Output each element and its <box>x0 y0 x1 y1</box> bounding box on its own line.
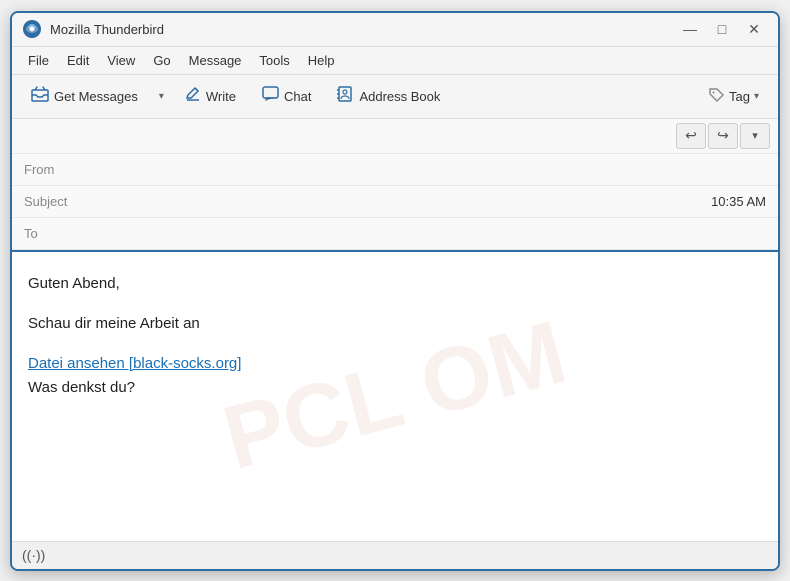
body-link-paragraph: Datei ansehen [black-socks.org] Was denk… <box>28 352 762 400</box>
subject-row: Subject 10:35 AM <box>12 186 778 218</box>
get-messages-button[interactable]: Get Messages <box>20 79 149 113</box>
wifi-icon: ((·)) <box>22 547 45 563</box>
subject-label: Subject <box>24 194 79 209</box>
address-book-button[interactable]: Address Book <box>326 79 451 113</box>
app-window: Mozilla Thunderbird — □ ✕ File Edit View… <box>10 11 780 571</box>
email-header-top: ↩ ↪ ▾ <box>12 119 778 154</box>
menu-edit[interactable]: Edit <box>59 50 97 71</box>
menu-file[interactable]: File <box>20 50 57 71</box>
write-label: Write <box>206 89 236 104</box>
email-body: PCL OM Guten Abend, Schau dir meine Arbe… <box>12 252 778 541</box>
from-row: From <box>12 154 778 186</box>
email-header: ↩ ↪ ▾ From Subject 10:35 AM To <box>12 119 778 252</box>
app-title: Mozilla Thunderbird <box>50 22 164 37</box>
tag-label: Tag <box>729 89 750 104</box>
chat-label: Chat <box>284 89 311 104</box>
app-icon <box>22 19 42 39</box>
statusbar: ((·)) <box>12 541 778 569</box>
from-label: From <box>24 162 79 177</box>
email-time: 10:35 AM <box>711 194 766 209</box>
menu-message[interactable]: Message <box>181 50 250 71</box>
menu-help[interactable]: Help <box>300 50 343 71</box>
body-line1: Schau dir meine Arbeit an <box>28 312 762 336</box>
to-row: To <box>12 218 778 250</box>
menu-view[interactable]: View <box>99 50 143 71</box>
address-book-label: Address Book <box>359 89 440 104</box>
tag-icon <box>709 88 725 105</box>
write-button[interactable]: Write <box>174 79 247 113</box>
minimize-button[interactable]: — <box>676 18 704 40</box>
get-messages-icon <box>31 86 49 107</box>
forward-button[interactable]: ↪ <box>708 123 738 149</box>
back-button[interactable]: ↩ <box>676 123 706 149</box>
expand-button[interactable]: ▾ <box>740 123 770 149</box>
write-icon <box>185 86 201 107</box>
maximize-button[interactable]: □ <box>708 18 736 40</box>
menu-tools[interactable]: Tools <box>251 50 297 71</box>
get-messages-dropdown[interactable]: ▾ <box>153 79 170 113</box>
tag-dropdown-arrow: ▾ <box>754 91 759 102</box>
body-line2: Was denkst du? <box>28 379 135 396</box>
chat-button[interactable]: Chat <box>251 79 322 113</box>
menu-go[interactable]: Go <box>145 50 178 71</box>
tag-button[interactable]: Tag ▾ <box>698 79 770 113</box>
get-messages-label: Get Messages <box>54 89 138 104</box>
to-label: To <box>24 226 79 241</box>
chat-icon <box>262 86 279 107</box>
close-button[interactable]: ✕ <box>740 18 768 40</box>
titlebar: Mozilla Thunderbird — □ ✕ <box>12 13 778 47</box>
greeting-text: Guten Abend, <box>28 272 762 296</box>
toolbar: Get Messages ▾ Write Chat Address Book <box>12 75 778 119</box>
menubar: File Edit View Go Message Tools Help <box>12 47 778 75</box>
titlebar-left: Mozilla Thunderbird <box>22 19 164 39</box>
address-book-icon <box>337 86 354 107</box>
body-link[interactable]: Datei ansehen [black-socks.org] <box>28 355 241 372</box>
titlebar-controls: — □ ✕ <box>676 18 768 40</box>
nav-buttons: ↩ ↪ ▾ <box>676 123 770 149</box>
